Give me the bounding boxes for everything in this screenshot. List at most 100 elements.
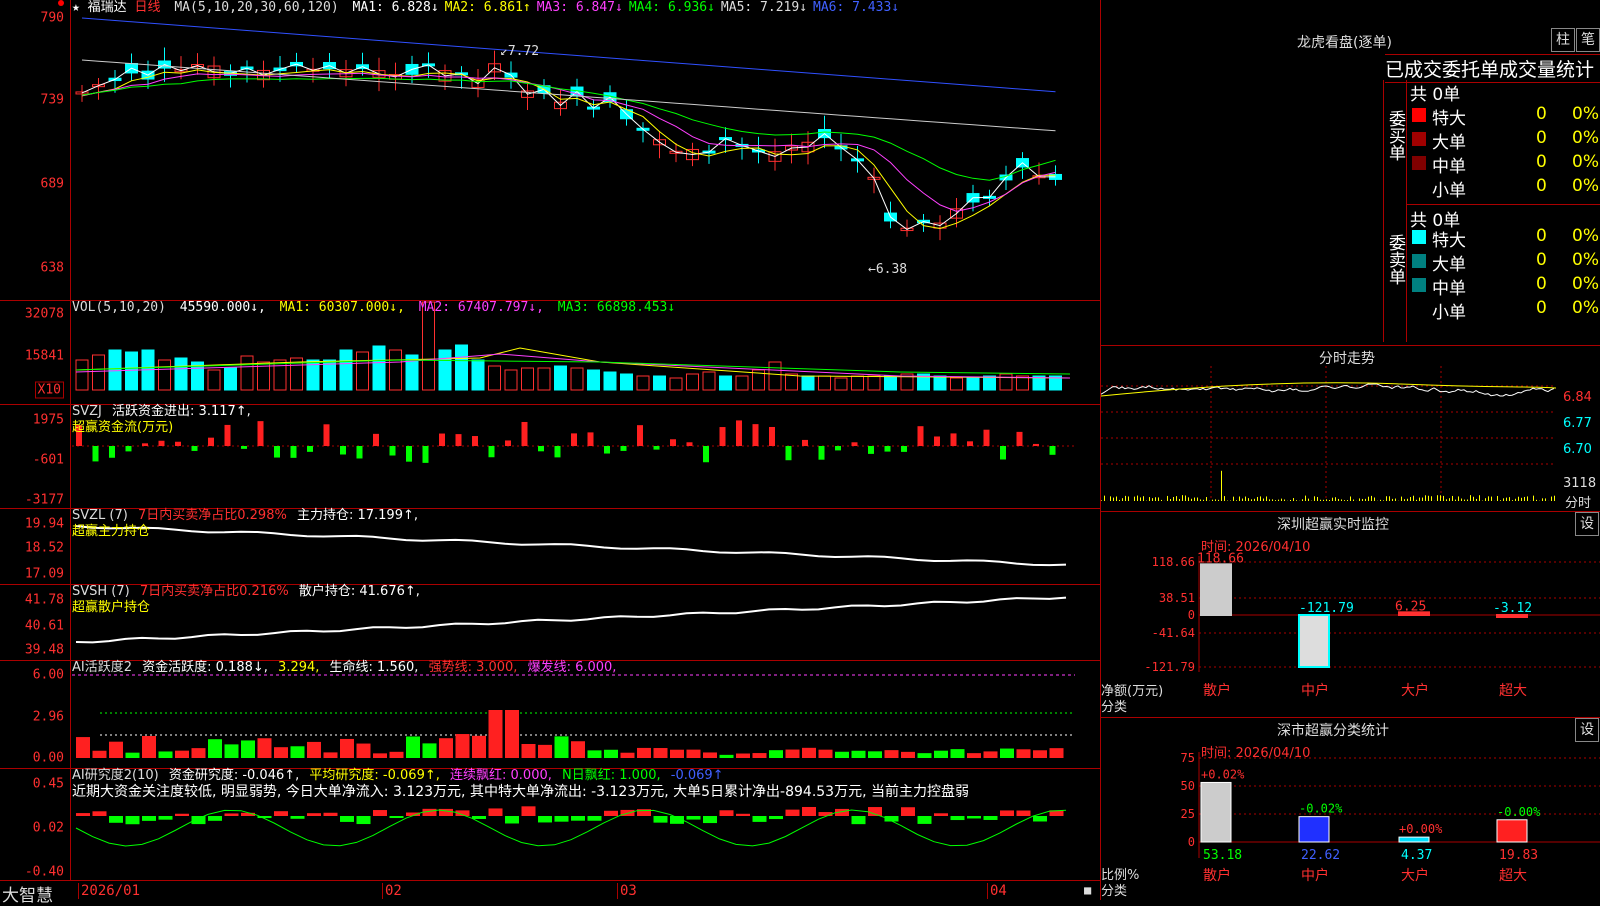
flow-bar xyxy=(654,446,660,450)
ratio-value-label: 22.62 xyxy=(1301,848,1340,863)
ratio-bar xyxy=(1201,782,1231,842)
activity-chart[interactable] xyxy=(0,660,1100,768)
tick-mode-button[interactable]: 笔 xyxy=(1576,28,1600,52)
flow-bar xyxy=(852,442,858,446)
activity-bar xyxy=(934,751,948,758)
candlestick-chart[interactable] xyxy=(0,0,1100,300)
ai1-label: AI活跃度2 xyxy=(72,660,132,675)
order-color-swatch xyxy=(1412,108,1426,122)
svzj-pane[interactable]: 1975 -601 -3177 SVZJ 活跃资金进出: 3.117↑, 超赢资… xyxy=(0,404,1100,509)
date-tick: 03 xyxy=(617,883,637,899)
flow-bar xyxy=(621,446,627,451)
flow-bar xyxy=(439,434,445,446)
ma-value-ma4: MA4: 6.936↓ xyxy=(629,0,715,15)
order-pct: 0% xyxy=(1572,176,1599,196)
ai1-c: 生命线: 1.560, xyxy=(330,660,419,675)
app-logo[interactable]: 大智慧 xyxy=(2,881,53,906)
ma-value-ma2: MA2: 6.861↑ xyxy=(445,0,531,15)
intraday-vol-bar xyxy=(1470,495,1471,501)
volume-bar xyxy=(786,374,798,390)
flow-bar xyxy=(175,442,181,446)
lhb-tabs[interactable]: 已成交委托单成交量统计 xyxy=(1385,54,1600,83)
intraday-vol-bar xyxy=(1218,500,1219,501)
bar-mode-button[interactable]: 柱 xyxy=(1551,28,1575,52)
activity-bar xyxy=(654,748,668,758)
ma-label: MA(5,10,20,30,60,120) xyxy=(174,0,338,15)
intraday-vol-bar xyxy=(1359,498,1360,501)
intraday-vol-bar xyxy=(1458,496,1459,501)
volume-bar xyxy=(175,358,187,390)
order-type-label: 小单 xyxy=(1432,176,1466,201)
volume-bar xyxy=(637,376,649,390)
volume-bar xyxy=(390,350,402,390)
flow-bar xyxy=(126,446,132,451)
order-type-label: 大单 xyxy=(1432,128,1466,153)
ai-activity-pane[interactable]: 6.00 2.96 0.00 AI活跃度2 资金活跃度: 0.188↓, 3.2… xyxy=(0,660,1100,769)
research-bar xyxy=(786,810,800,816)
intraday-vol-bar xyxy=(1371,496,1372,501)
activity-bar xyxy=(769,750,783,758)
intraday-panel[interactable]: 分时走势 6.84 6.77 6.70 3118 分时 xyxy=(1100,346,1600,512)
intraday-vol-bar xyxy=(1503,498,1504,501)
ai-research-pane[interactable]: 0.45 0.02 -0.40 AI研究度2(10) 资金研究度: -0.046… xyxy=(0,768,1100,881)
activity-bar xyxy=(159,751,173,758)
intraday-vol-bar xyxy=(1395,499,1396,501)
volume-bar xyxy=(159,360,171,390)
volume-bar xyxy=(769,362,781,390)
kline-pane[interactable]: 790 739 689 638 ★ 福瑞达 日线 MA(5,10,20,30,6… xyxy=(0,0,1100,301)
svsh-ratio: 7日内买卖净占比0.216% xyxy=(140,584,289,599)
ma-line xyxy=(82,78,1056,180)
intraday-vol-bar xyxy=(1110,496,1111,501)
order-type-label: 特大 xyxy=(1432,104,1466,129)
research-bar xyxy=(291,816,305,819)
intraday-vol-bar xyxy=(1446,499,1447,501)
volume-bar xyxy=(208,370,220,390)
intraday-vol-bar xyxy=(1389,496,1390,501)
flow-bar xyxy=(687,442,693,446)
volume-bar xyxy=(522,368,534,390)
intraday-vol-bar xyxy=(1254,499,1255,501)
activity-bar xyxy=(472,736,486,758)
volume-bar xyxy=(505,370,517,390)
lhb-title: 龙虎看盘(逐单) xyxy=(1297,32,1392,52)
intraday-vol-bar xyxy=(1317,497,1318,501)
flow-bar xyxy=(406,446,412,462)
intraday-vol-bar xyxy=(1308,499,1309,501)
research-bar xyxy=(76,813,90,816)
period-label[interactable]: 日线 xyxy=(135,0,161,15)
research-bar xyxy=(472,816,486,819)
flow-bar xyxy=(208,438,214,446)
intraday-vol-bar xyxy=(1491,497,1492,501)
ratio-bar xyxy=(1497,820,1527,842)
svzl-pane[interactable]: 19.94 18.52 17.09 SVZL (7) 7日内买卖净占比0.298… xyxy=(0,508,1100,585)
research-bar xyxy=(901,807,915,816)
svsh-pane[interactable]: 41.78 40.61 39.48 SVSH (7) 7日内买卖净占比0.216… xyxy=(0,584,1100,661)
intraday-chart[interactable] xyxy=(1101,346,1600,511)
low-value: 6.38 xyxy=(876,262,907,277)
research-bar xyxy=(654,816,668,823)
volume-pane[interactable]: 32078 15841 X10 VOL(5,10,20) 45590.000↓,… xyxy=(0,300,1100,405)
volume-bar xyxy=(654,376,666,390)
ratio-change-label: -0.02% xyxy=(1299,802,1343,816)
lock-icon[interactable]: ■ xyxy=(1084,883,1091,897)
research-bar xyxy=(538,816,552,822)
activity-bar xyxy=(258,738,272,758)
intraday-vol-bar xyxy=(1119,500,1120,501)
activity-bar xyxy=(373,753,387,758)
star-icon[interactable]: ★ xyxy=(72,0,80,15)
activity-bar xyxy=(241,740,255,758)
volume-bar xyxy=(76,360,88,390)
activity-bar xyxy=(637,748,651,758)
flow-bar xyxy=(340,446,346,455)
intraday-vol-bar xyxy=(1449,498,1450,501)
intraday-vol-bar xyxy=(1257,497,1258,501)
intraday-vol-bar xyxy=(1374,498,1375,501)
intraday-vol-bar xyxy=(1134,497,1135,501)
activity-bar xyxy=(852,751,866,758)
research-bar xyxy=(208,816,222,821)
svsh-label: SVSH (7) xyxy=(72,584,130,599)
ratio-change-label: +0.02% xyxy=(1201,767,1245,781)
intraday-vol-bar xyxy=(1188,497,1189,501)
activity-bar xyxy=(670,750,684,758)
research-bar xyxy=(192,816,206,824)
